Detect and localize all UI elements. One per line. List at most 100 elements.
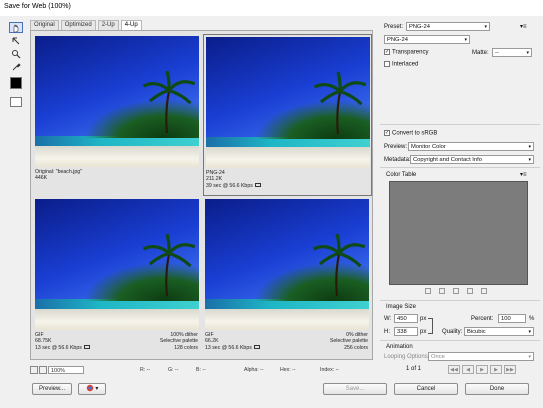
hand-tool[interactable]: [9, 22, 23, 33]
title-bar: Save for Web (100%): [0, 0, 543, 16]
hand-icon: [13, 23, 19, 32]
pane-palette: Selective palette: [329, 338, 368, 345]
readout-index: Index: --: [320, 367, 340, 373]
new-color-icon[interactable]: [467, 288, 473, 294]
matte-select[interactable]: -- ▾: [492, 48, 532, 57]
looping-options-select[interactable]: Once ▾: [428, 352, 534, 361]
preset-label: Preset:: [384, 24, 404, 30]
zoom-in-button[interactable]: [39, 366, 47, 374]
preview-pane-png24[interactable]: PNG-24 211.2K 39 sec @ 56.6 Kbps: [203, 34, 372, 196]
save-button[interactable]: Save...: [323, 383, 387, 395]
convert-srgb-checkbox[interactable]: ✓: [384, 130, 390, 136]
pane-download-time: 13 sec @ 56.6 Kbps: [205, 345, 260, 351]
settings-panel: Preset: PNG-24 ▾ ▾≡ PNG-24 ▾ ✓ Transparency…: [380, 18, 540, 376]
color-table[interactable]: [389, 181, 528, 285]
done-button[interactable]: Done: [465, 383, 529, 395]
cancel-button[interactable]: Cancel: [394, 383, 458, 395]
height-input[interactable]: 338: [394, 327, 418, 336]
width-input[interactable]: 450: [394, 314, 418, 323]
quality-label: Quality:: [442, 329, 463, 335]
zoom-icon: [11, 49, 21, 58]
image-size-label: Image Size: [386, 304, 417, 310]
tool-panel: [8, 20, 26, 110]
file-format-select[interactable]: PNG-24 ▾: [384, 35, 470, 44]
shift-web-icon[interactable]: [439, 288, 445, 294]
zoom-tool[interactable]: [9, 48, 23, 59]
readout-g: G: --: [168, 367, 179, 373]
preview-pane-gif-2[interactable]: GIF 66.2K 13 sec @ 56.6 Kbps 0% dither S…: [203, 197, 372, 359]
pane-colors: 256 colors: [344, 344, 368, 351]
download-speed-menu-icon[interactable]: [253, 345, 260, 350]
percent-unit: %: [529, 316, 535, 322]
readout-b: B: --: [196, 367, 206, 373]
panel-menu-icon[interactable]: ▾≡: [520, 23, 527, 30]
transparency-option[interactable]: ✓ Transparency: [384, 49, 428, 56]
download-speed-menu-icon[interactable]: [254, 183, 261, 188]
height-unit: px: [420, 329, 427, 335]
tab-optimized[interactable]: Optimized: [60, 20, 96, 30]
delete-color-icon[interactable]: [481, 288, 487, 294]
readout-hex: Hex: --: [280, 367, 296, 373]
tab-original[interactable]: Original: [30, 20, 59, 30]
palm-tree-graphic: [142, 233, 196, 297]
eyedropper-tool[interactable]: [9, 61, 23, 72]
zoom-level-select[interactable]: 100%: [48, 366, 84, 374]
pane-info-original: Original: "beach.jpg" 446K: [35, 169, 199, 193]
preview-color-select[interactable]: Monitor Color ▾: [408, 142, 534, 151]
interlaced-option[interactable]: Interlaced: [384, 61, 418, 68]
next-frame-button[interactable]: ▶: [490, 365, 502, 374]
height-label: H:: [384, 329, 390, 335]
previous-frame-button[interactable]: ◀: [462, 365, 474, 374]
view-tabs: Original Optimized 2-Up 4-Up: [30, 20, 142, 30]
pane-download-time: 13 sec @ 56.6 Kbps: [35, 345, 90, 351]
first-frame-button[interactable]: ◀◀: [448, 365, 460, 374]
eyedropper-color-swatch[interactable]: [10, 77, 22, 89]
slice-select-tool[interactable]: [9, 35, 23, 46]
beach-image: [35, 36, 199, 167]
convert-srgb-option[interactable]: ✓ Convert to sRGB: [384, 130, 437, 137]
download-speed-menu-icon[interactable]: [83, 345, 90, 350]
percent-label: Percent:: [471, 316, 494, 322]
color-table-actions: [425, 288, 487, 294]
preview-in-browser-button[interactable]: Preview...: [32, 383, 72, 395]
window-title: Save for Web (100%): [4, 3, 71, 10]
percent-input[interactable]: 100: [498, 314, 526, 323]
browser-icon: [86, 385, 93, 392]
palm-tree-graphic: [142, 70, 196, 134]
play-button[interactable]: ▶: [476, 365, 488, 374]
pane-palette: Selective palette: [159, 338, 198, 345]
preview-pane-gif-1[interactable]: GIF 68.75K 13 sec @ 56.6 Kbps 100% dithe…: [33, 197, 202, 359]
transparency-checkbox[interactable]: ✓: [384, 49, 390, 55]
pane-info-png24: PNG-24 211.2K 39 sec @ 56.6 Kbps: [206, 170, 370, 194]
palm-tree-graphic: [313, 71, 367, 135]
divider: [380, 300, 540, 301]
beach-image: [35, 199, 199, 330]
last-frame-button[interactable]: ▶▶: [504, 365, 516, 374]
save-for-web-dialog: Save for Web (100%) Original Optimized 2…: [0, 0, 543, 408]
animation-label: Animation: [386, 344, 413, 350]
tab-2up[interactable]: 2-Up: [97, 20, 119, 30]
toggle-slices-visibility-button[interactable]: [10, 97, 22, 107]
preview-pane-original[interactable]: Original: "beach.jpg" 446K: [33, 34, 202, 196]
color-table-menu-icon[interactable]: ▾≡: [520, 171, 527, 178]
browser-select-button[interactable]: ▾: [78, 383, 106, 395]
metadata-select[interactable]: Copyright and Contact Info ▾: [410, 155, 534, 164]
preview-area: Original: "beach.jpg" 446K PNG-24 211.2K…: [30, 30, 373, 360]
tab-4up[interactable]: 4-Up: [120, 20, 142, 30]
pane-info-gif-2: GIF 66.2K 13 sec @ 56.6 Kbps 0% dither S…: [205, 332, 369, 356]
map-color-icon[interactable]: [425, 288, 431, 294]
matte-label: Matte:: [472, 50, 489, 56]
palm-tree-graphic: [312, 233, 366, 297]
quality-select[interactable]: Bicubic ▾: [464, 327, 534, 336]
interlaced-checkbox[interactable]: [384, 61, 390, 67]
preset-select[interactable]: PNG-24 ▾: [406, 22, 490, 31]
pane-colors: 128 colors: [174, 344, 198, 351]
slice-select-icon: [12, 37, 20, 44]
width-label: W:: [384, 316, 392, 322]
zoom-out-button[interactable]: [30, 366, 38, 374]
looping-options-label: Looping Options:: [384, 354, 430, 360]
constrain-proportions-icon[interactable]: [428, 318, 433, 334]
lock-color-icon[interactable]: [453, 288, 459, 294]
beach-image: [205, 199, 369, 330]
pane-size: 446K: [35, 175, 48, 182]
